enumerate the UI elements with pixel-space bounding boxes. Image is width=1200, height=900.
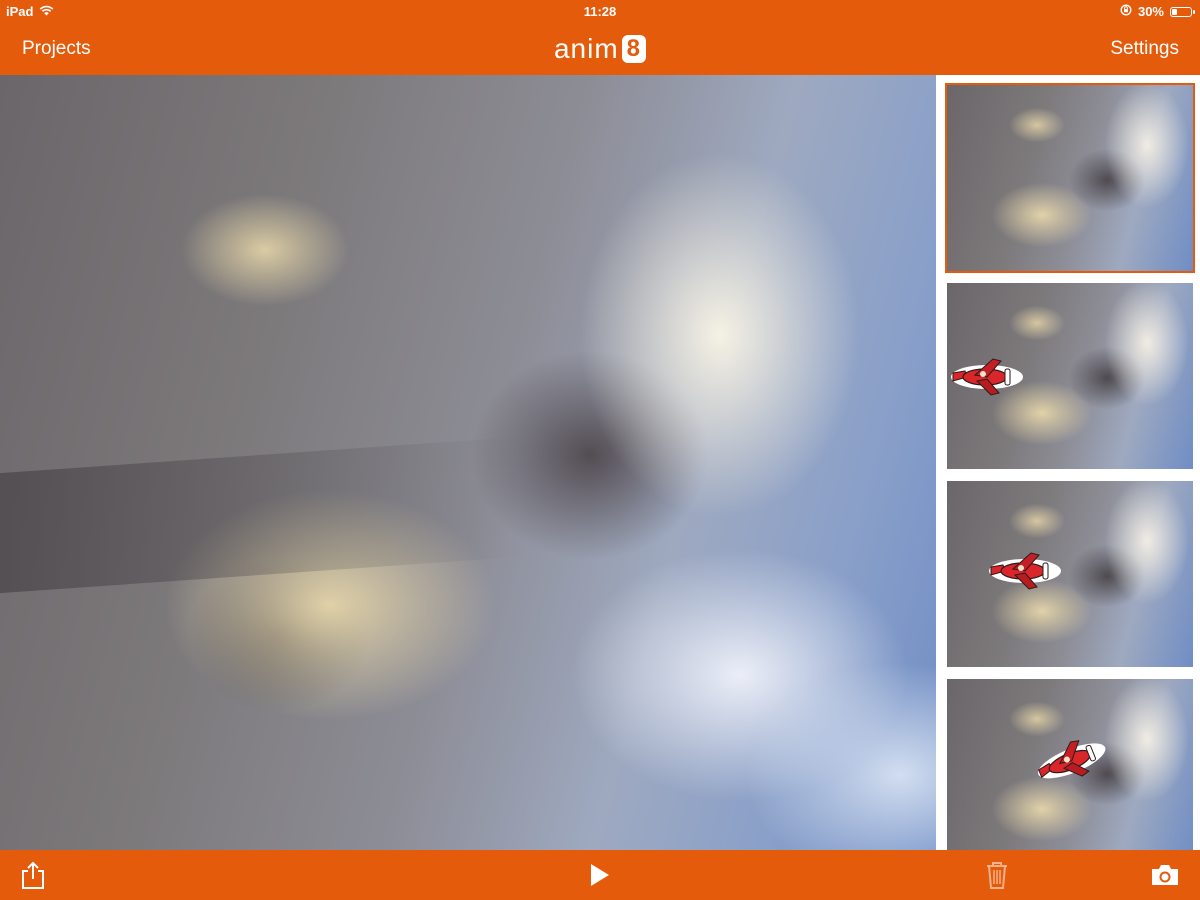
status-bar: iPad 11:28 30% [0,0,1200,22]
camera-icon [1152,865,1178,885]
play-icon [591,864,609,886]
app-logo: anim 8 [0,33,1200,65]
top-bar: iPad 11:28 30% Projects anim 8 Settings [0,0,1200,75]
frame-thumbnail-1[interactable] [945,83,1195,273]
frame-image [947,481,1193,667]
frame-thumbnail-4[interactable] [945,677,1195,850]
battery-percent: 30% [1137,4,1164,19]
frame-thumbnail-2[interactable] [945,281,1195,471]
bottom-toolbar [0,850,1200,900]
airplane-sticker [989,552,1061,590]
share-icon [22,861,44,889]
frame-canvas[interactable] [0,75,936,850]
play-button[interactable] [584,860,614,890]
rotation-lock-icon [1120,4,1132,19]
share-button[interactable] [18,860,48,890]
app-name-badge: 8 [621,35,647,63]
frame-image [947,85,1193,271]
battery-icon [1170,6,1195,17]
frame-strip[interactable] [936,75,1200,850]
airplane-sticker [951,358,1023,396]
status-time: 11:28 [583,4,617,19]
trash-icon [987,862,1007,889]
frame-thumbnail-3[interactable] [945,479,1195,669]
status-right: 30% [1120,4,1195,19]
app-name: anim [553,33,619,64]
settings-button[interactable]: Settings [1110,38,1179,60]
camera-button[interactable] [1150,860,1180,890]
delete-button[interactable] [982,860,1012,890]
